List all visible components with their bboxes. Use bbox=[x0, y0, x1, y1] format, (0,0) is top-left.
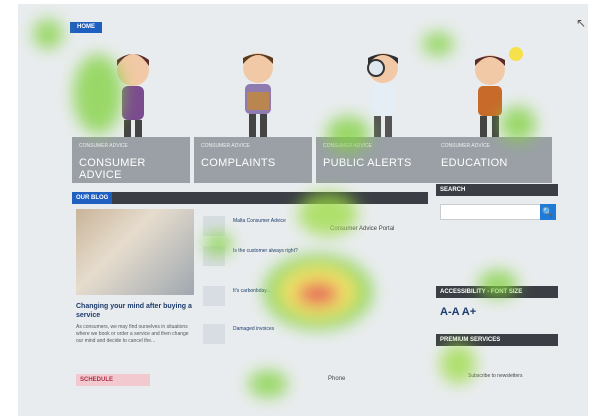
nav-tile-small-label: CONSUMER ADVICE bbox=[441, 143, 490, 149]
list-item[interactable]: Damaged invoices bbox=[203, 322, 323, 348]
nav-tile-small-label: CONSUMER ADVICE bbox=[323, 143, 372, 149]
list-item[interactable]: Malta Consumer Advice bbox=[203, 214, 323, 240]
list-item-title: It's carbonbday... bbox=[233, 288, 271, 294]
screen-photo: HOME ↖ CONSUMER ADVICE CONSUMER ADVICE C… bbox=[18, 4, 588, 416]
premium-section-label: PREMIUM SERVICES bbox=[440, 337, 501, 343]
character-illustration-consumer bbox=[117, 54, 149, 140]
blog-photo[interactable] bbox=[76, 209, 194, 295]
list-item-title: Malta Consumer Advice bbox=[233, 218, 286, 224]
cursor-icon: ↖ bbox=[576, 16, 587, 30]
list-item[interactable]: It's carbonbday... bbox=[203, 284, 323, 310]
newsletter-link[interactable]: Subscribe to newsletters bbox=[468, 373, 522, 379]
character-illustration-education bbox=[475, 47, 523, 140]
premium-section-bar: PREMIUM SERVICES bbox=[436, 334, 558, 346]
character-illustration-alerts bbox=[367, 53, 398, 140]
schedule-section-label: SCHEDULE bbox=[80, 377, 114, 383]
list-thumbnail bbox=[203, 246, 225, 266]
list-thumbnail bbox=[203, 324, 225, 344]
accessibility-section-bar: ACCESSIBILITY - FONT SIZE bbox=[436, 286, 558, 298]
nav-tile-small-label: CONSUMER ADVICE bbox=[201, 143, 250, 149]
search-section-label: SEARCH bbox=[440, 187, 466, 193]
search-input[interactable] bbox=[440, 204, 542, 220]
nav-tile-complaints[interactable]: CONSUMER ADVICE COMPLAINTS bbox=[194, 137, 312, 183]
website-page: HOME ↖ CONSUMER ADVICE CONSUMER ADVICE C… bbox=[18, 4, 588, 416]
nav-tile-consumer-advice[interactable]: CONSUMER ADVICE CONSUMER ADVICE bbox=[72, 137, 190, 183]
nav-tile-public-alerts[interactable]: CONSUMER ADVICE PUBLIC ALERTS bbox=[316, 137, 434, 183]
list-item[interactable]: Is the customer always right? bbox=[203, 244, 323, 270]
list-thumbnail bbox=[203, 286, 225, 306]
blog-headline-link[interactable]: Changing your mind after buying a servic… bbox=[76, 302, 196, 320]
nav-tile-label: EDUCATION bbox=[441, 157, 508, 169]
blog-section-label: OUR BLOG bbox=[72, 192, 113, 204]
character-illustration-complaints bbox=[243, 53, 273, 140]
portal-label[interactable]: Consumer Advice Portal bbox=[330, 226, 394, 232]
blog-section-bar: OUR BLOG bbox=[72, 192, 428, 204]
schedule-section-bar: SCHEDULE bbox=[76, 374, 150, 386]
nav-tile-small-label: CONSUMER ADVICE bbox=[79, 143, 128, 149]
nav-tile-label: PUBLIC ALERTS bbox=[323, 157, 412, 169]
list-item-title: Is the customer always right? bbox=[233, 248, 298, 254]
accessibility-section-label: ACCESSIBILITY - FONT SIZE bbox=[440, 289, 523, 295]
nav-tile-label: COMPLAINTS bbox=[201, 157, 276, 169]
blog-excerpt: As consumers, we may find ourselves in s… bbox=[76, 324, 189, 344]
list-thumbnail bbox=[203, 216, 225, 236]
nav-tile-education[interactable]: CONSUMER ADVICE EDUCATION bbox=[434, 137, 552, 183]
nav-tile-label: CONSUMER ADVICE bbox=[79, 157, 146, 181]
search-button[interactable]: 🔍 bbox=[540, 204, 556, 220]
list-item-title: Damaged invoices bbox=[233, 326, 275, 332]
home-tag[interactable]: HOME bbox=[70, 22, 102, 33]
phone-label: Phone bbox=[328, 376, 346, 382]
font-size-controls[interactable]: A-A A+ bbox=[440, 306, 476, 318]
search-section-bar: SEARCH bbox=[436, 184, 558, 196]
